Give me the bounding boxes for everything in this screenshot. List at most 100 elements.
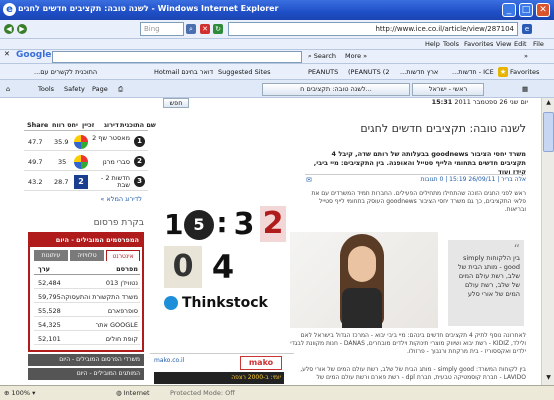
zone-text: Internet: [123, 389, 150, 397]
fav-news[interactable]: ...ארץ חדשות: [400, 68, 438, 76]
quote-open-icon: “: [513, 242, 520, 256]
window-title: לשנה טובה: תקציבים חדשים לחגים - Windows…: [18, 4, 279, 13]
forward-icon[interactable]: ▶: [17, 24, 27, 34]
menu-favorites[interactable]: Favorites: [464, 40, 493, 48]
quick-tabs-icon[interactable]: ▦: [522, 85, 528, 93]
quote-box: “ בין הלקוחות simply good - מותג הבית של…: [448, 240, 524, 326]
mako-site-link[interactable]: mako.co.il: [154, 357, 184, 364]
program-name[interactable]: סברי מרנן: [90, 158, 130, 166]
rank-badge: 3: [134, 176, 145, 187]
mako-logo: mako: [240, 356, 282, 370]
tab-active[interactable]: לשנה טובה: תקציבים ח...: [262, 83, 410, 96]
thinkstock-collage-image: 1 5 : 3 2 0 4 Thinkstock: [154, 160, 294, 380]
table-row[interactable]: 47.7 35.9 מאסטר שף 2 1: [24, 132, 148, 151]
toolbar-overflow-chevron-icon[interactable]: »: [524, 52, 528, 60]
ratio-value: 28.7: [54, 178, 69, 186]
stop-icon[interactable]: ✕: [200, 24, 210, 34]
list-item[interactable]: 59,795 משרד התקשורת והתעסוקה: [34, 290, 140, 303]
fav-ice[interactable]: ...חדשות - ICE: [452, 68, 494, 76]
list-item[interactable]: 54,325 אתר GOOGLE: [34, 318, 140, 331]
channel-2-logo-icon: 2: [74, 175, 88, 189]
table-row[interactable]: 43.2 28.7 2 חדשות 2 - שבת 3: [24, 172, 148, 191]
google-search-input[interactable]: [52, 51, 302, 63]
scroll-up-icon[interactable]: ▲: [543, 99, 554, 109]
zoom-control[interactable]: ⊕ 100% ▾: [4, 389, 35, 397]
favorites-button[interactable]: Favorites: [510, 68, 539, 76]
menu-edit[interactable]: Edit: [514, 40, 527, 48]
col-value: ערך: [38, 265, 50, 273]
program-name[interactable]: חדשות 2 - שבת: [90, 175, 130, 189]
favorites-bar: Favorites ★ Suggested Sites Hotmail דואר…: [0, 64, 554, 80]
google-search-button[interactable]: ⌕ Search: [308, 52, 336, 61]
menu-view[interactable]: View: [496, 40, 511, 48]
mako-promo[interactable]: mako.co.il mako יומי: ב-2000 רצפה: [150, 353, 294, 385]
fav-peanuts-2[interactable]: (PEANUTS (2: [348, 68, 389, 76]
advertiser-name: משרד התקשורת והתעסוקה: [60, 293, 138, 301]
site-search-button[interactable]: חפש: [163, 98, 189, 108]
section-brands[interactable]: המותגים המובילים - היום: [28, 368, 144, 380]
google-search-label: Search: [313, 52, 337, 60]
fav-suggested-sites[interactable]: Suggested Sites: [218, 68, 271, 76]
advertisers-header: ערך מפרסם: [34, 262, 140, 275]
scroll-down-icon[interactable]: ▼: [543, 374, 554, 384]
safety-menu[interactable]: Safety: [64, 85, 85, 93]
digit-two: 2: [260, 206, 286, 242]
article-body-1: לאחרונה נוסף לתיק 4 תקציבים חדשים בינהם:…: [290, 332, 526, 355]
refresh-icon[interactable]: ↻: [213, 24, 223, 34]
close-toolbar-icon[interactable]: ✕: [4, 50, 10, 58]
menu-tools[interactable]: Tools: [443, 40, 459, 48]
tools-menu[interactable]: Tools: [38, 85, 54, 93]
menu-help[interactable]: Help: [425, 40, 440, 48]
article-photo: [290, 232, 438, 328]
comments-icon[interactable]: ✉: [306, 176, 312, 184]
print-icon[interactable]: ⎙: [118, 85, 123, 94]
program-name[interactable]: מאסטר שף 2: [90, 135, 130, 142]
url-field[interactable]: http://www.ice.co.il/article/view/287104: [228, 22, 518, 36]
article-subheadline: משרד יחסי הציבור goodnews בבעלותה של רות…: [313, 150, 526, 176]
internet-explorer-icon: e: [3, 3, 16, 16]
page-menu[interactable]: Page: [92, 85, 108, 93]
advertiser-value: 55,528: [38, 307, 61, 315]
google-more-button[interactable]: More »: [345, 52, 367, 60]
fav-hotmail[interactable]: Hotmail דואר בחינם: [154, 68, 213, 76]
share-value: 43.2: [28, 178, 43, 186]
tab-internet[interactable]: אינטרנט: [106, 250, 140, 261]
home-icon[interactable]: ⌂: [6, 85, 10, 93]
list-item[interactable]: 52,484 013 נטוויז'ן: [34, 276, 140, 289]
advertiser-name: קופת חולים: [105, 335, 138, 343]
col-franchise: זכיין: [82, 121, 95, 129]
full-rating-link[interactable]: לדירוג המלא »: [24, 195, 142, 203]
tab-television[interactable]: טלוויזיה: [70, 250, 104, 261]
thinkstock-brand: Thinkstock: [182, 295, 268, 311]
fav-program[interactable]: ...התוכנית לקשרים עם: [34, 68, 97, 76]
digit-four: 4: [211, 248, 235, 286]
colon-glyph: :: [216, 206, 228, 239]
back-icon[interactable]: ◀: [4, 24, 14, 34]
fav-peanuts[interactable]: PEANUTS: [308, 68, 338, 76]
ad-control-label: בקרת פרסום: [93, 218, 144, 228]
tab-press[interactable]: עיתונות: [34, 250, 68, 261]
quote-text: בין הלקוחות simply good - מותג הבית של ש…: [458, 254, 520, 298]
list-item[interactable]: 52,101 קופת חולים: [34, 332, 140, 345]
date-text: יום שני 26 ספטמבר 2011: [454, 98, 528, 106]
tab-second[interactable]: ראשי - ישראל: [412, 83, 484, 96]
address-bar-row: ◀ ▶ Bing ⌕ ✕ ↻ http://www.ice.co.il/arti…: [0, 20, 554, 39]
franchise-logo-icon: [74, 155, 88, 169]
bing-search-input[interactable]: Bing: [140, 22, 184, 36]
maximize-button[interactable]: □: [519, 3, 533, 17]
digit-zero: 0: [164, 246, 202, 288]
scroll-thumb[interactable]: [543, 112, 554, 152]
article-byline[interactable]: אלה בריר | 26/09/11 15:19 | 0 תגובות: [315, 176, 526, 183]
list-item[interactable]: 55,528 סופרפארם: [34, 304, 140, 317]
rank-badge: 1: [134, 136, 145, 147]
table-row[interactable]: 49.7 35 סברי מרנן 2: [24, 152, 148, 171]
ratings-table-header: Share יחס רווח זכיין דירוג שם התוכנית: [24, 118, 156, 131]
vertical-scrollbar[interactable]: ▲ ▼: [541, 98, 554, 385]
ratio-value: 35.9: [54, 138, 69, 146]
close-button[interactable]: ✕: [536, 3, 550, 17]
search-icon[interactable]: ⌕: [186, 24, 196, 34]
status-bar: ⊕ 100% ▾ ◍ Internet Protected Mode: Off: [0, 385, 554, 400]
minimize-button[interactable]: _: [502, 3, 516, 17]
section-ad-agencies[interactable]: משרדי הפרסום המובילים - היום: [28, 354, 144, 366]
menu-file[interactable]: File: [533, 40, 544, 48]
